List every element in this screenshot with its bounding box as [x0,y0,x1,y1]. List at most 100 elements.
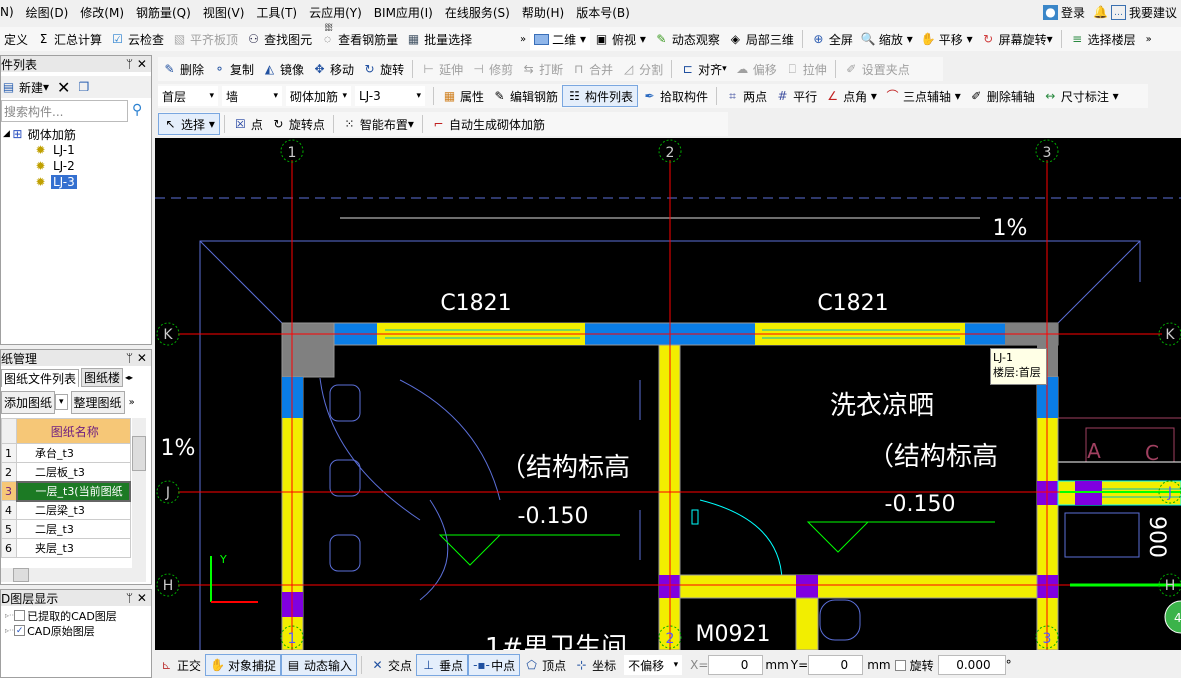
intersection-snap[interactable]: ✕ 交点 [366,654,416,676]
table-row[interactable]: 3 一层_t3(当前图纸 [1,480,131,502]
delete-icon[interactable]: ✕ [57,78,70,97]
layer-checkbox[interactable]: ✓ [14,625,26,636]
orbit-button[interactable]: ✎ 动态观察 [650,28,724,50]
organize-drawings-button[interactable]: 整理图纸 [70,390,125,414]
menu-item[interactable]: N) [0,5,14,19]
smart-layout-dropdown[interactable]: ⁙ 智能布置 ▾ [338,113,418,135]
edit-rebar-button[interactable]: ✎ 编辑钢筋 [488,85,562,107]
toolbar-button[interactable]: ᢆ 查看钢筋量 [316,28,402,50]
component-list-button[interactable]: ☷ 构件列表 [562,85,639,107]
type-select[interactable]: 墙 [222,86,282,106]
menu-item[interactable]: 帮助(H) [522,4,564,21]
table-row[interactable]: 2 二层板_t3 [1,462,131,482]
table-row[interactable]: 1 承台_t3 [1,443,131,463]
zoom-dropdown[interactable]: 🔍 缩放 ▾ [857,28,917,50]
edit-button[interactable]: ⇆ 打断 [517,58,567,80]
edit-button[interactable]: ⊣ 修剪 [467,58,517,80]
menu-item[interactable]: 视图(V) [203,4,245,21]
perpendicular-snap[interactable]: ⊥ 垂点 [416,654,469,676]
top-view-dropdown[interactable]: ▣ 俯视 ▾ [590,28,650,50]
cad-canvas[interactable]: 1 2 3 1 2 3 K J H K J H C1821 C1821 1% 1… [155,138,1181,650]
edit-button[interactable]: ✎ 删除 [158,58,208,80]
local-3d-button[interactable]: ◈ 局部三维 [724,28,798,50]
rotate-point-button[interactable]: ↻ 旋转点 [267,113,329,135]
edit-button[interactable]: ⊓ 合并 [567,58,617,80]
tree-root[interactable]: 砌体加筋 [28,126,76,143]
menu-item[interactable]: 云应用(Y) [309,4,362,21]
add-drawing-button[interactable]: 添加图纸 [1,390,56,414]
toolbar-button[interactable]: ⚇ 查找图元 [242,28,316,50]
edit-button[interactable]: ⎕ 拉伸 [781,58,831,80]
vertex-snap[interactable]: ⬠ 顶点 [520,654,570,676]
edit-button[interactable]: ◭ 镜像 [258,58,308,80]
overflow-icon[interactable]: » [129,397,135,408]
edit-button[interactable]: ☁ 偏移 [731,58,781,80]
new-button[interactable]: 新建 [19,79,43,96]
parallel-axis-button[interactable]: # 平行 [771,85,821,107]
select-floor-button[interactable]: ≡ 选择楼层 [1066,28,1140,50]
edit-button[interactable]: ◿ 分割 [617,58,667,80]
y-input[interactable]: 0 [808,655,864,675]
copy-icon[interactable]: ❐ [78,80,89,94]
pin-close-icons[interactable]: ᛘ ✕ [126,351,147,365]
object-snap-toggle[interactable]: ✋ 对象捕捉 [205,654,282,676]
overflow-icon[interactable]: » [520,34,526,45]
table-row[interactable]: 5 二层_t3 [1,519,131,539]
pin-close-icons[interactable]: ᛘ ✕ [126,591,147,605]
ortho-toggle[interactable]: ⊾ 正交 [155,654,205,676]
point-angle-dropdown[interactable]: ∠ 点角 ▾ [821,85,881,107]
layer-checkbox[interactable] [14,610,26,621]
menu-item[interactable]: 钢筋量(Q) [136,4,191,21]
subtype-select[interactable]: 砌体加筋 [286,86,351,106]
tab-drawing-files[interactable]: 图纸文件列表 [1,368,80,387]
midpoint-snap[interactable]: -▪- 中点 [468,654,521,676]
overflow-icon[interactable]: » [1146,34,1152,45]
edit-button[interactable]: ✐ 设置夹点 [840,58,914,80]
menu-item[interactable]: 绘图(D) [26,4,69,21]
toolbar-button[interactable]: ☑ 云检查 [106,28,168,50]
tree-item[interactable]: ✹ LJ-2 [3,158,77,174]
horizontal-scrollbar[interactable] [1,568,146,582]
table-row[interactable]: 6 夹层_t3 [1,538,131,558]
tree-item[interactable]: ✹ LJ-1 [3,142,77,158]
toolbar-button[interactable]: Σ 汇总计算 [32,28,106,50]
menu-item[interactable]: 版本号(B) [576,4,630,21]
table-row[interactable]: 4 二层梁_t3 [1,500,131,520]
vertical-scrollbar[interactable] [132,418,146,568]
three-point-axis-dropdown[interactable]: ⌒ 三点辅轴 ▾ [881,85,965,107]
edit-button[interactable]: ⊢ 延伸 [417,58,467,80]
toolbar-button[interactable]: ▧ 平齐板顶 [168,28,242,50]
auto-generate-button[interactable]: ⌐ 自动生成砌体加筋 [427,113,549,135]
properties-button[interactable]: ▦ 属性 [438,85,488,107]
offset-select[interactable]: 不偏移 [624,655,683,675]
pan-dropdown[interactable]: ✋ 平移 ▾ [917,28,977,50]
dynamic-input-toggle[interactable]: ▤ 动态输入 [281,654,358,676]
search-icon[interactable]: ⚲ [132,102,142,118]
floor-select[interactable]: 首层 [158,86,218,106]
component-select[interactable]: LJ-3 [355,86,425,106]
toolbar-button[interactable]: ▦ 批量选择 [402,28,476,50]
edit-button[interactable]: ✥ 移动 [308,58,358,80]
select-dropdown[interactable]: ↖ 选择 ▾ [158,113,220,135]
rotate-input[interactable]: 0.000 [937,655,1006,675]
bell-icon[interactable]: 🔔 [1093,5,1108,20]
menu-item[interactable]: BIM应用(I) [374,4,433,21]
pick-component-button[interactable]: ✒ 拾取构件 [638,85,712,107]
edit-button[interactable]: ↻ 旋转 [358,58,408,80]
tree-item[interactable]: ✹ LJ-3 [3,174,77,190]
menu-item[interactable]: 在线服务(S) [445,4,510,21]
toolbar-button[interactable]: 定义 [0,28,32,50]
dimension-dropdown[interactable]: ↔ 尺寸标注 ▾ [1039,85,1123,107]
tab-scroll-arrows[interactable]: ◂▸ [125,373,133,382]
coordinate-snap[interactable]: ⊹ 坐标 [570,654,620,676]
screen-rotate-dropdown[interactable]: ↻ 屏幕旋转 ▾ [977,28,1057,50]
point-button[interactable]: ☒ 点 [229,113,267,135]
menu-item[interactable]: 修改(M) [80,4,124,21]
login-link[interactable]: 登录 [1061,4,1085,21]
fullscreen-button[interactable]: ⊕ 全屏 [807,28,857,50]
rotate-checkbox[interactable] [894,659,906,671]
edit-button[interactable]: ⊏ 对齐 ▾ [676,58,731,80]
view-2d-dropdown[interactable]: 二维 ▾ [530,28,590,50]
suggest-link[interactable]: 我要建议 [1129,4,1177,21]
two-point-axis-button[interactable]: ⌗ 两点 [721,85,771,107]
